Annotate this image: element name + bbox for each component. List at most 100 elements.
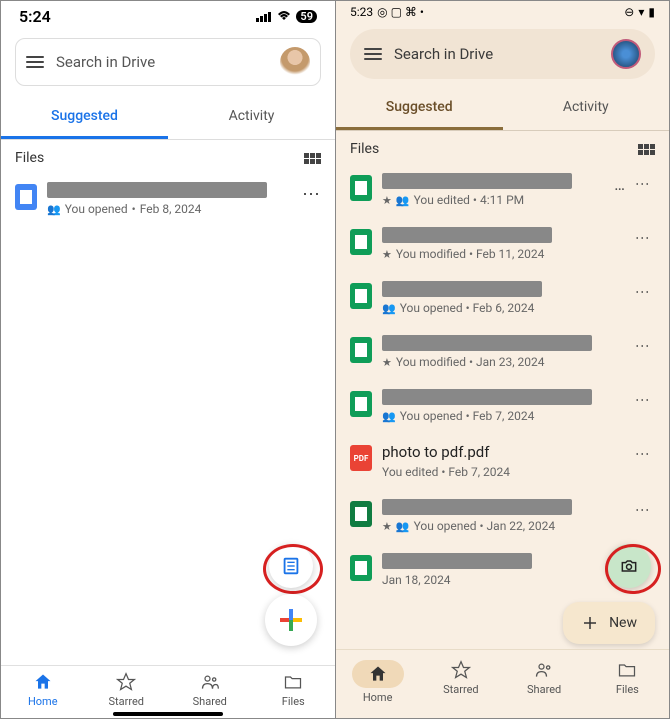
- more-icon[interactable]: ⋮: [635, 281, 655, 297]
- tab-suggested[interactable]: Suggested: [1, 96, 168, 139]
- tab-activity[interactable]: Activity: [503, 87, 670, 130]
- new-label: New: [609, 615, 637, 631]
- view-grid-icon[interactable]: [638, 144, 655, 155]
- new-fab[interactable]: New: [563, 602, 655, 644]
- wifi-icon: [276, 8, 292, 26]
- camera-fab[interactable]: [607, 544, 651, 588]
- file-title-redacted: [382, 553, 532, 569]
- avatar[interactable]: [611, 39, 641, 69]
- plus-icon: [280, 609, 302, 631]
- plus-icon: [581, 614, 599, 632]
- file-item[interactable]: PDF photo to pdf.pdf You edited • Feb 7,…: [336, 433, 669, 489]
- file-item[interactable]: ★ You modified • Jan 23, 2024 ⋮: [336, 325, 669, 379]
- files-list: ★ 👥 You edited • 4:11 PM … ⋮ ★ You modif…: [336, 163, 669, 597]
- status-app-icons: ◎ ▢ ⌘ •: [377, 5, 424, 19]
- battery-icon: ▮: [648, 5, 655, 19]
- file-meta: 👥 You opened • Feb 6, 2024: [382, 301, 625, 315]
- home-icon: [368, 664, 388, 684]
- nav-files[interactable]: Files: [252, 672, 336, 708]
- more-icon[interactable]: ⋮: [635, 389, 655, 405]
- file-meta: ★ 👥 You opened • Jan 22, 2024: [382, 519, 625, 533]
- nav-files[interactable]: Files: [586, 660, 669, 704]
- pdf-icon: PDF: [350, 445, 372, 471]
- file-item[interactable]: 👥 You opened • Feb 7, 2024 ⋮: [336, 379, 669, 433]
- status-time: 5:23: [350, 5, 373, 19]
- file-meta: 👥 You opened • Feb 7, 2024: [382, 409, 625, 423]
- file-title-redacted: [382, 281, 542, 297]
- camera-icon: [619, 556, 639, 576]
- file-item[interactable]: ★ 👥 You edited • 4:11 PM … ⋮: [336, 163, 669, 217]
- star-icon: ★: [382, 356, 392, 369]
- menu-icon[interactable]: [364, 48, 382, 60]
- folder-icon: [617, 660, 637, 680]
- search-bar[interactable]: Search in Drive: [350, 29, 655, 79]
- file-item[interactable]: 👥 You opened • Feb 8, 2024 ⋯: [1, 172, 335, 226]
- more-icon[interactable]: ⋮: [635, 173, 655, 189]
- search-bar[interactable]: Search in Drive: [15, 38, 321, 86]
- status-bar: 5:24 59: [1, 1, 335, 28]
- new-fab[interactable]: [265, 594, 317, 646]
- file-meta: Jan 18, 2024: [382, 573, 625, 587]
- shared-icon: 👥: [47, 203, 61, 216]
- tab-suggested[interactable]: Suggested: [336, 87, 503, 130]
- shared-icon: 👥: [382, 410, 396, 423]
- file-title-redacted: [382, 335, 592, 351]
- shared-icon: 👥: [382, 302, 396, 315]
- more-icon[interactable]: ⋮: [635, 499, 655, 515]
- sheets-icon: [350, 555, 372, 581]
- status-icons: 59: [256, 8, 317, 26]
- menu-icon[interactable]: [26, 56, 44, 68]
- nav-shared[interactable]: Shared: [168, 672, 252, 708]
- status-bar: 5:23 ◎ ▢ ⌘ • ⊖ ▾ ▮: [336, 1, 669, 21]
- status-icons: ⊖ ▾ ▮: [624, 5, 655, 19]
- sheets-icon: [350, 391, 372, 417]
- file-title-redacted: [382, 499, 572, 515]
- sheets-icon: [350, 337, 372, 363]
- file-title-redacted: [382, 389, 592, 405]
- more-icon[interactable]: ⋮: [635, 443, 655, 459]
- avatar[interactable]: [280, 47, 310, 77]
- nav-home[interactable]: Home: [1, 672, 85, 708]
- status-time: 5:24: [19, 7, 51, 26]
- file-item[interactable]: ★ 👥 You opened • Jan 22, 2024 ⋮: [336, 489, 669, 543]
- file-item[interactable]: ★ You modified • Feb 11, 2024 ⋮: [336, 217, 669, 271]
- more-icon[interactable]: ⋮: [635, 335, 655, 351]
- scan-icon: [280, 555, 302, 577]
- sheets-icon: [350, 175, 372, 201]
- docs-icon: [15, 184, 37, 210]
- shared-icon: 👥: [396, 194, 410, 207]
- nav-home[interactable]: Home: [336, 660, 419, 704]
- scan-fab[interactable]: [269, 544, 313, 588]
- folder-icon: [283, 672, 303, 692]
- sheets-icon: [350, 229, 372, 255]
- star-icon: [116, 672, 136, 692]
- file-meta: ★ 👥 You edited • 4:11 PM: [382, 193, 604, 207]
- search-placeholder: Search in Drive: [56, 53, 268, 71]
- overflow-text-icon: …: [614, 173, 625, 194]
- file-item[interactable]: 👥 You opened • Feb 6, 2024 ⋮: [336, 271, 669, 325]
- section-label: Files: [15, 150, 44, 166]
- view-grid-icon[interactable]: [304, 153, 321, 164]
- star-icon: ★: [382, 248, 392, 261]
- nav-starred[interactable]: Starred: [85, 672, 169, 708]
- section-label: Files: [350, 141, 379, 157]
- nav-starred[interactable]: Starred: [419, 660, 502, 704]
- section-header: Files: [336, 131, 669, 163]
- file-meta: 👥 You opened • Feb 8, 2024: [47, 202, 291, 216]
- people-icon: [200, 672, 220, 692]
- battery-icon: 59: [296, 10, 317, 23]
- file-title-redacted: [47, 182, 267, 198]
- section-header: Files: [1, 140, 335, 172]
- tabs: Suggested Activity: [336, 87, 669, 131]
- sheets-icon: [350, 283, 372, 309]
- more-icon[interactable]: ⋯: [301, 182, 321, 204]
- file-title-redacted: [382, 173, 572, 189]
- star-icon: ★: [382, 194, 392, 207]
- shared-icon: 👥: [396, 520, 410, 533]
- people-icon: [534, 660, 554, 680]
- more-icon[interactable]: ⋮: [635, 227, 655, 243]
- nav-shared[interactable]: Shared: [503, 660, 586, 704]
- file-title-redacted: [382, 227, 552, 243]
- file-meta: ★ You modified • Jan 23, 2024: [382, 355, 625, 369]
- tab-activity[interactable]: Activity: [168, 96, 335, 139]
